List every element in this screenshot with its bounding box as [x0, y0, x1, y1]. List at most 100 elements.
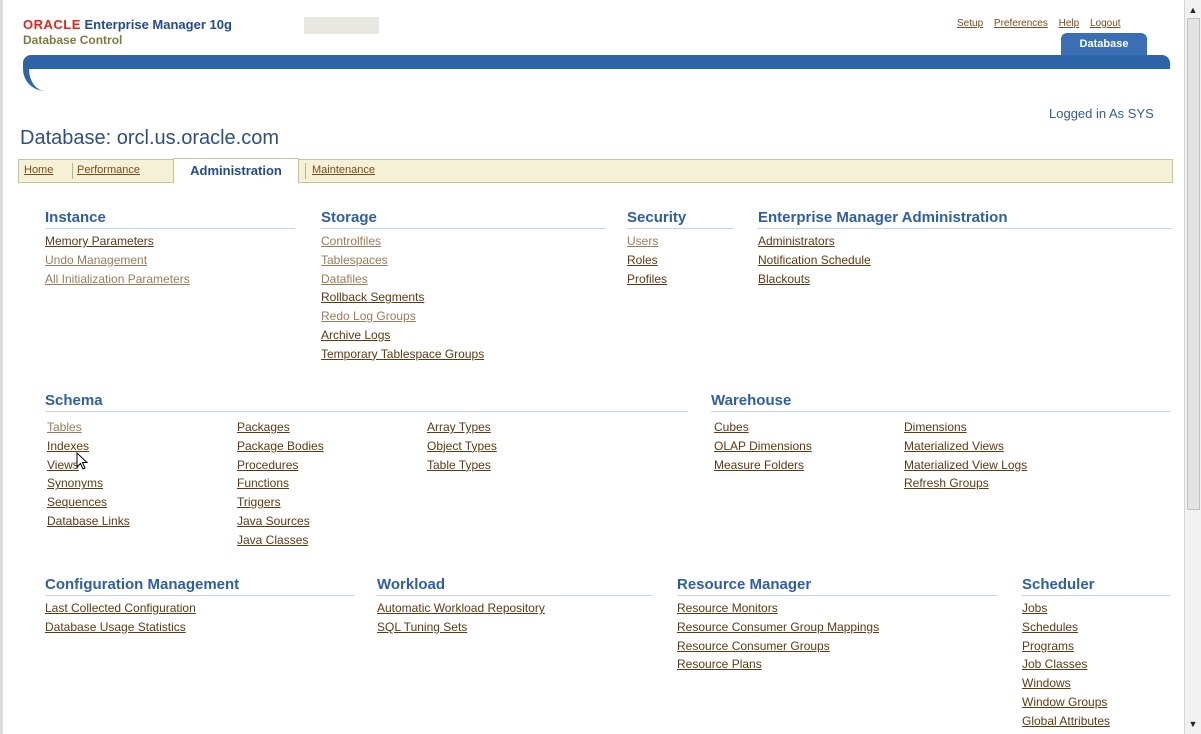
link-olap-dimensions[interactable]: OLAP Dimensions — [714, 437, 812, 456]
logged-in-status: Logged in As SYS — [1049, 106, 1154, 121]
section-instance: Instance Memory Parameters Undo Manageme… — [45, 209, 295, 288]
page-title: Database: orcl.us.oracle.com — [20, 127, 280, 149]
link-tables[interactable]: Tables — [47, 418, 130, 437]
section-warehouse: Warehouse Cubes OLAP Dimensions Measure … — [711, 392, 1171, 502]
logout-link[interactable]: Logout — [1090, 18, 1121, 29]
schema-column-1: Tables Indexes Views Synonyms Sequences … — [47, 418, 130, 531]
link-administrators[interactable]: Administrators — [758, 232, 1172, 251]
link-database-links[interactable]: Database Links — [47, 512, 130, 531]
link-materialized-views[interactable]: Materialized Views — [904, 437, 1027, 456]
product-name: Enterprise Manager 10g — [84, 17, 232, 32]
link-memory-parameters[interactable]: Memory Parameters — [45, 232, 295, 251]
section-scheduler: Scheduler Jobs Schedules Programs Job Cl… — [1022, 576, 1170, 731]
section-heading: Configuration Management — [45, 576, 355, 596]
schema-column-3: Array Types Object Types Table Types — [427, 418, 497, 474]
help-link[interactable]: Help — [1059, 18, 1080, 29]
section-em-administration: Enterprise Manager Administration Admini… — [758, 209, 1172, 288]
scroll-down-arrow-icon[interactable]: ▼ — [1185, 716, 1201, 732]
link-cubes[interactable]: Cubes — [714, 418, 812, 437]
database-target-tab[interactable]: Database — [1061, 33, 1147, 55]
link-automatic-workload-repository[interactable]: Automatic Workload Repository — [377, 599, 652, 618]
link-packages[interactable]: Packages — [237, 418, 324, 437]
link-resource-monitors[interactable]: Resource Monitors — [677, 599, 997, 618]
section-heading: Workload — [377, 576, 652, 596]
tab-divider — [72, 163, 73, 179]
link-undo-management[interactable]: Undo Management — [45, 251, 295, 270]
link-profiles[interactable]: Profiles — [627, 270, 734, 289]
tab-divider — [305, 163, 306, 179]
vertical-scrollbar[interactable]: ▲ ▼ — [1184, 0, 1201, 734]
link-synonyms[interactable]: Synonyms — [47, 474, 130, 493]
link-archive-logs[interactable]: Archive Logs — [321, 326, 606, 345]
section-storage: Storage Controlfiles Tablespaces Datafil… — [321, 209, 606, 364]
warehouse-column-2: Dimensions Materialized Views Materializ… — [904, 418, 1027, 493]
section-configuration-management: Configuration Management Last Collected … — [45, 576, 355, 637]
link-tablespaces[interactable]: Tablespaces — [321, 251, 606, 270]
oracle-wordmark: ORACLE — [23, 17, 81, 32]
link-notification-schedule[interactable]: Notification Schedule — [758, 251, 1172, 270]
link-redo-log-groups[interactable]: Redo Log Groups — [321, 307, 606, 326]
product-subtitle: Database Control — [23, 33, 123, 47]
header-bar — [23, 55, 1170, 69]
link-java-classes[interactable]: Java Classes — [237, 531, 324, 550]
link-temporary-tablespace-groups[interactable]: Temporary Tablespace Groups — [321, 345, 606, 364]
link-resource-consumer-groups[interactable]: Resource Consumer Groups — [677, 637, 997, 656]
link-table-types[interactable]: Table Types — [427, 456, 497, 475]
link-array-types[interactable]: Array Types — [427, 418, 497, 437]
section-heading: Scheduler — [1022, 576, 1170, 596]
link-refresh-groups[interactable]: Refresh Groups — [904, 474, 1027, 493]
link-object-types[interactable]: Object Types — [427, 437, 497, 456]
link-resource-plans[interactable]: Resource Plans — [677, 655, 997, 674]
link-users[interactable]: Users — [627, 232, 734, 251]
link-rollback-segments[interactable]: Rollback Segments — [321, 288, 606, 307]
header-decoration — [304, 17, 379, 34]
section-security: Security Users Roles Profiles — [627, 209, 734, 288]
link-all-initialization-parameters[interactable]: All Initialization Parameters — [45, 270, 295, 289]
link-controlfiles[interactable]: Controlfiles — [321, 232, 606, 251]
link-dimensions[interactable]: Dimensions — [904, 418, 1027, 437]
setup-link[interactable]: Setup — [957, 18, 983, 29]
link-java-sources[interactable]: Java Sources — [237, 512, 324, 531]
link-procedures[interactable]: Procedures — [237, 456, 324, 475]
link-sql-tuning-sets[interactable]: SQL Tuning Sets — [377, 618, 652, 637]
link-blackouts[interactable]: Blackouts — [758, 270, 1172, 289]
link-datafiles[interactable]: Datafiles — [321, 270, 606, 289]
warehouse-column-1: Cubes OLAP Dimensions Measure Folders — [714, 418, 812, 474]
scroll-up-arrow-icon[interactable]: ▲ — [1185, 2, 1201, 18]
tab-home[interactable]: Home — [24, 164, 53, 176]
tab-maintenance[interactable]: Maintenance — [312, 164, 375, 176]
link-schedules[interactable]: Schedules — [1022, 618, 1170, 637]
section-heading: Instance — [45, 209, 295, 229]
link-window-groups[interactable]: Window Groups — [1022, 693, 1170, 712]
link-jobs[interactable]: Jobs — [1022, 599, 1170, 618]
section-heading: Security — [627, 209, 734, 229]
sub-tab-bar: Home Performance Administration Maintena… — [18, 158, 1173, 183]
schema-column-2: Packages Package Bodies Procedures Funct… — [237, 418, 324, 550]
link-sequences[interactable]: Sequences — [47, 493, 130, 512]
link-resource-consumer-group-mappings[interactable]: Resource Consumer Group Mappings — [677, 618, 997, 637]
link-package-bodies[interactable]: Package Bodies — [237, 437, 324, 456]
header-curve-decoration — [23, 69, 51, 91]
tab-performance[interactable]: Performance — [77, 164, 140, 176]
link-functions[interactable]: Functions — [237, 474, 324, 493]
link-programs[interactable]: Programs — [1022, 637, 1170, 656]
link-triggers[interactable]: Triggers — [237, 493, 324, 512]
link-global-attributes[interactable]: Global Attributes — [1022, 712, 1170, 731]
link-windows[interactable]: Windows — [1022, 674, 1170, 693]
section-resource-manager: Resource Manager Resource Monitors Resou… — [677, 576, 997, 674]
link-measure-folders[interactable]: Measure Folders — [714, 456, 812, 475]
link-last-collected-configuration[interactable]: Last Collected Configuration — [45, 599, 355, 618]
section-heading: Warehouse — [711, 392, 1171, 412]
window-frame-left — [0, 0, 3, 734]
link-materialized-view-logs[interactable]: Materialized View Logs — [904, 456, 1027, 475]
global-links: Setup Preferences Help Logout — [957, 18, 1129, 29]
link-job-classes[interactable]: Job Classes — [1022, 655, 1170, 674]
tab-administration[interactable]: Administration — [173, 158, 299, 183]
section-schema: Schema Tables Indexes Views Synonyms Seq… — [45, 392, 688, 562]
link-roles[interactable]: Roles — [627, 251, 734, 270]
link-database-usage-statistics[interactable]: Database Usage Statistics — [45, 618, 355, 637]
section-heading: Schema — [45, 392, 688, 412]
oracle-logo: ORACLE Enterprise Manager 10g Database C… — [23, 17, 232, 47]
scroll-thumb[interactable] — [1187, 18, 1200, 510]
preferences-link[interactable]: Preferences — [994, 18, 1048, 29]
